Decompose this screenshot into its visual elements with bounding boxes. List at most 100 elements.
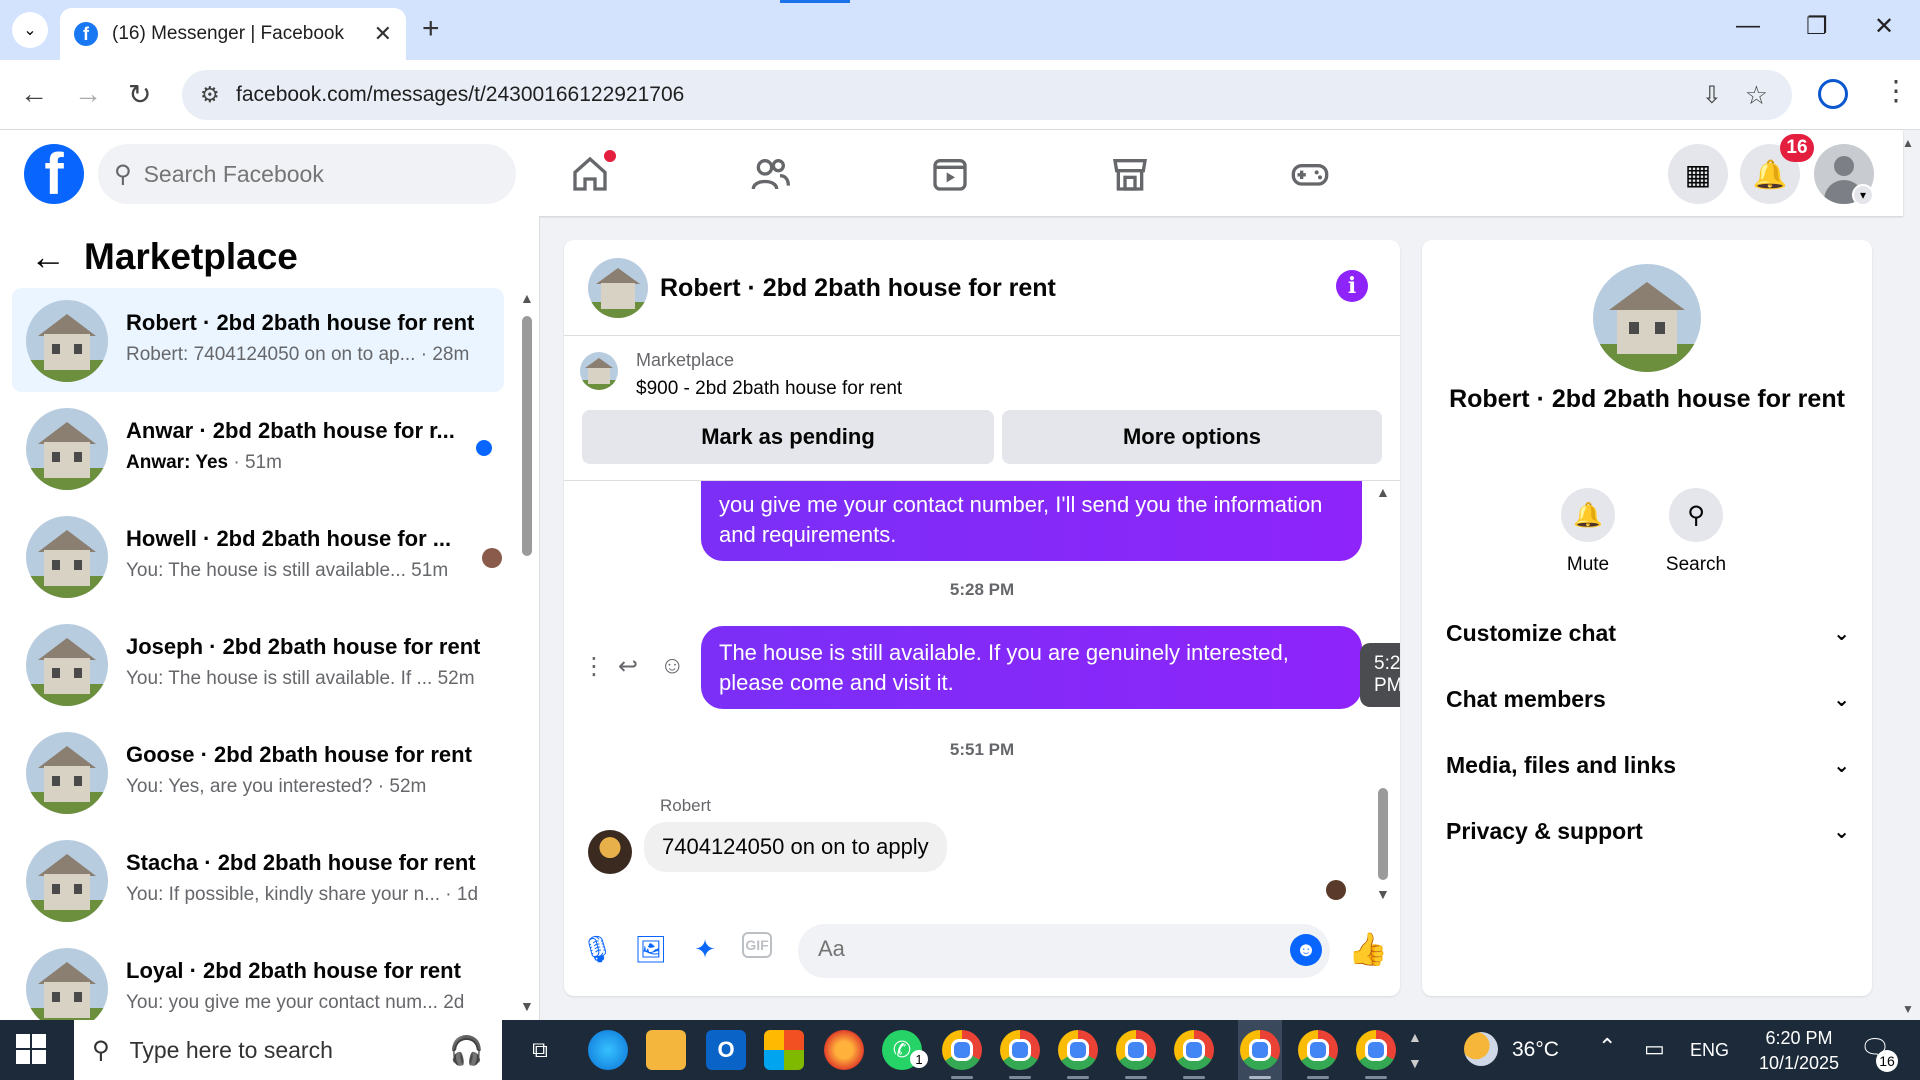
tab-dropdown-icon[interactable]: ⌄ (12, 12, 48, 48)
chrome-icon[interactable] (1116, 1030, 1156, 1070)
chat-preview: Anwar: Yes · 51m (126, 452, 282, 473)
url-text[interactable]: facebook.com/messages/t/2430016612292170… (236, 83, 684, 107)
chevron-up-icon[interactable]: ⌃ (1598, 1034, 1616, 1060)
scroll-up-icon[interactable]: ▲ (1376, 484, 1390, 500)
taskbar-search[interactable]: ⚲ Type here to search 🎧 (74, 1020, 502, 1080)
temperature[interactable]: 36°C (1512, 1038, 1559, 1062)
conversation-scrollbar[interactable] (1378, 788, 1388, 880)
photo-icon[interactable]: 🖼 (634, 932, 668, 966)
store-icon[interactable] (764, 1030, 804, 1070)
chat-item-howell[interactable]: Howell · 2bd 2bath house for ... You: Th… (12, 504, 504, 608)
sender-avatar[interactable] (588, 830, 632, 874)
chrome-icon[interactable] (1298, 1030, 1338, 1070)
reply-icon[interactable]: ↩ (618, 652, 638, 681)
react-emoji-icon[interactable]: ☺ (660, 652, 685, 680)
thumbs-up-icon[interactable]: 👍 (1348, 930, 1388, 968)
conversation-title[interactable]: Robert · 2bd 2bath house for rent (660, 274, 1056, 303)
weather-icon[interactable] (1464, 1032, 1498, 1066)
minimize-icon[interactable]: — (1736, 12, 1760, 40)
chrome-icon[interactable] (1058, 1030, 1098, 1070)
gif-icon[interactable]: GIF (742, 932, 772, 958)
page-scroll-up-icon[interactable]: ▲ (1902, 136, 1914, 150)
chevron-down-icon[interactable]: ▾ (1852, 184, 1874, 206)
more-vertical-icon[interactable]: ⋮ (582, 652, 606, 681)
language-indicator[interactable]: ENG (1690, 1040, 1729, 1061)
chrome-icon[interactable] (1356, 1030, 1396, 1070)
page-scroll-down-icon[interactable]: ▼ (1902, 1002, 1914, 1016)
privacy-support-row[interactable]: Privacy & support ⌄ (1446, 806, 1850, 856)
install-icon[interactable]: ⇩ (1702, 81, 1722, 110)
video-icon[interactable] (926, 150, 974, 198)
home-notification-dot (604, 150, 616, 162)
customize-chat-row[interactable]: Customize chat ⌄ (1446, 608, 1850, 658)
windows-start-icon[interactable] (16, 1034, 46, 1064)
more-options-button[interactable]: More options (1002, 410, 1382, 464)
battery-icon[interactable]: ▭ (1644, 1036, 1665, 1062)
file-explorer-icon[interactable] (646, 1030, 686, 1070)
back-icon[interactable]: ← (20, 78, 48, 110)
scroll-down-icon[interactable]: ▼ (520, 998, 534, 1014)
back-arrow-icon[interactable]: ← (30, 236, 66, 278)
windows-taskbar: ⚲ Type here to search 🎧 ⧉ O ✆ 1 ▲ ▼ 36°C … (0, 1020, 1920, 1080)
chat-item-anwar[interactable]: Anwar · 2bd 2bath house for r... Anwar: … (12, 396, 504, 500)
chrome-icon[interactable] (1240, 1030, 1280, 1070)
gaming-icon[interactable] (1286, 150, 1334, 198)
chat-item-robert[interactable]: Robert · 2bd 2bath house for rent Robert… (12, 288, 504, 392)
house-avatar (26, 948, 108, 1020)
profile-icon[interactable] (1818, 79, 1848, 109)
microphone-icon[interactable]: 🎙 (580, 932, 614, 966)
close-icon[interactable]: ✕ (374, 21, 392, 47)
plus-icon[interactable]: + (422, 12, 440, 46)
sticker-icon[interactable]: ✦ (688, 932, 722, 966)
reload-icon[interactable]: ↻ (128, 78, 151, 111)
media-files-links-row[interactable]: Media, files and links ⌄ (1446, 740, 1850, 790)
sent-message[interactable]: The house is still available. If you are… (701, 626, 1362, 710)
search-in-chat-button[interactable]: ⚲ Search (1646, 488, 1746, 576)
message-input-box[interactable] (798, 924, 1330, 978)
clock[interactable]: 6:20 PM 10/1/2025 (1754, 1026, 1844, 1076)
facebook-search[interactable]: ⚲ (98, 144, 516, 204)
site-info-icon[interactable]: ⚙ (200, 82, 220, 108)
restore-icon[interactable]: ❐ (1806, 12, 1828, 41)
forward-icon[interactable]: → (74, 78, 102, 110)
marketplace-icon[interactable] (1106, 150, 1154, 198)
emoji-icon[interactable]: ☻ (1290, 934, 1322, 966)
scroll-up-icon[interactable]: ▲ (520, 290, 534, 306)
menu-grid-icon[interactable]: ▦ (1668, 144, 1728, 204)
received-message[interactable]: 7404124050 on on to apply (644, 822, 947, 872)
menu-icon[interactable]: ⋮ (1882, 74, 1910, 107)
listing-title[interactable]: $900 - 2bd 2bath house for rent (636, 378, 902, 400)
taskbar-search-text[interactable]: Type here to search (130, 1037, 333, 1064)
search-input[interactable] (143, 160, 464, 188)
info-icon[interactable]: i (1336, 270, 1368, 302)
browser-tab-active[interactable]: f (16) Messenger | Facebook ✕ (60, 8, 406, 60)
mute-button[interactable]: 🔔 Mute (1538, 488, 1638, 576)
facebook-logo-icon[interactable]: f (24, 144, 84, 204)
chat-preview: You: If possible, kindly share your n...… (126, 884, 479, 905)
info-avatar[interactable] (1593, 264, 1701, 372)
conversation-avatar[interactable] (588, 258, 648, 318)
message-input[interactable] (818, 936, 1258, 962)
chrome-icon[interactable] (942, 1030, 982, 1070)
window-close-icon[interactable]: ✕ (1874, 12, 1894, 41)
url-field[interactable]: ⚙ facebook.com/messages/t/24300166122921… (182, 70, 1792, 120)
chat-list-scrollbar[interactable] (522, 316, 532, 556)
outlook-icon[interactable]: O (706, 1030, 746, 1070)
browser-tab-bar: ⌄ f (16) Messenger | Facebook ✕ + — ❐ ✕ (0, 0, 1920, 60)
chat-item-joseph[interactable]: Joseph · 2bd 2bath house for rent You: T… (12, 612, 504, 716)
chat-members-row[interactable]: Chat members ⌄ (1446, 674, 1850, 724)
mark-as-pending-button[interactable]: Mark as pending (582, 410, 994, 464)
edge-icon[interactable] (588, 1030, 628, 1070)
taskbar-scroll-icon[interactable]: ▲ ▼ (1408, 1024, 1422, 1076)
chat-item-loyal[interactable]: Loyal · 2bd 2bath house for rent You: yo… (12, 936, 504, 1020)
friends-icon[interactable] (746, 150, 794, 198)
chat-item-stacha[interactable]: Stacha · 2bd 2bath house for rent You: I… (12, 828, 504, 932)
chat-item-goose[interactable]: Goose · 2bd 2bath house for rent You: Ye… (12, 720, 504, 824)
chrome-icon[interactable] (1174, 1030, 1214, 1070)
star-icon[interactable]: ☆ (1745, 80, 1768, 111)
headphones-icon: 🎧 (449, 1034, 484, 1066)
firefox-icon[interactable] (824, 1030, 864, 1070)
scroll-down-icon[interactable]: ▼ (1376, 886, 1390, 902)
task-view-icon[interactable]: ⧉ (520, 1030, 560, 1070)
chrome-icon[interactable] (1000, 1030, 1040, 1070)
